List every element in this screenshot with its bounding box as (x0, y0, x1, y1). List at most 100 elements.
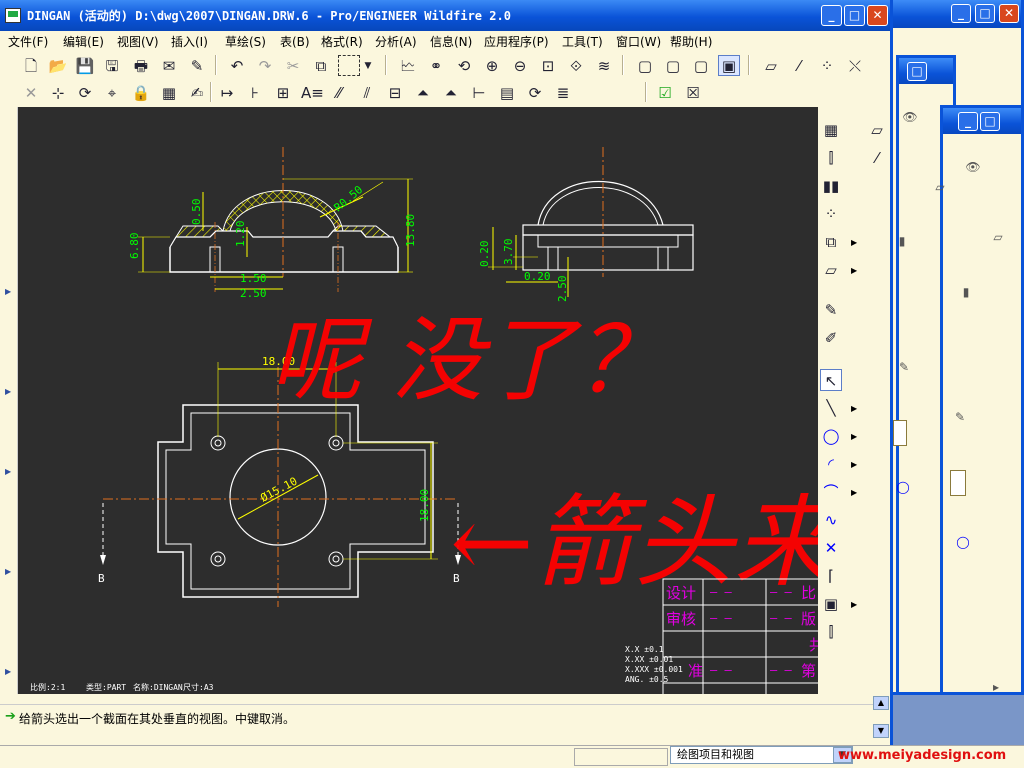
save-icon[interactable]: 💾 (74, 55, 96, 76)
menu-table[interactable]: 表(B) (280, 33, 310, 50)
ordinate-icon[interactable]: ⊦ (244, 82, 266, 103)
dim-2-50[interactable]: 2.50 (240, 287, 267, 300)
chevron-right-icon[interactable]: ▶ (851, 238, 857, 247)
dim-0-50[interactable]: 0.50 (190, 199, 203, 226)
bars-icon[interactable]: ▮▮ (820, 175, 842, 197)
cut-icon[interactable]: ✂ (282, 55, 304, 76)
email-icon[interactable]: ✉ (158, 55, 180, 76)
fillet-icon[interactable]: ⌒ (820, 481, 842, 503)
background-window-titlebar[interactable]: _ □ ✕ (883, 0, 1021, 28)
dimension-icon[interactable]: ↦ (216, 82, 238, 103)
chevron-right-icon[interactable]: ▶ (851, 266, 857, 275)
chevron-right-icon[interactable]: ▶ (851, 460, 857, 469)
plane-icon[interactable]: ▱ (820, 259, 842, 281)
chevron-right-icon[interactable]: ▶ (5, 467, 11, 476)
delete-icon[interactable]: ✕ (20, 82, 42, 103)
column-icon[interactable]: ⫿ (820, 147, 842, 169)
checkbox-accept-icon[interactable]: ☑ (654, 82, 676, 103)
plane-icon[interactable]: ▱ (866, 119, 888, 141)
pencil-icon[interactable]: ✎ (820, 299, 842, 321)
chevron-right-icon[interactable]: ▶ (5, 287, 11, 296)
wireframe-icon[interactable]: ▢ (634, 55, 656, 76)
chevron-down-icon[interactable]: ▼ (362, 55, 374, 76)
format-table-icon[interactable]: ▤ (496, 82, 518, 103)
menu-help[interactable]: 帮助(H) (670, 33, 712, 50)
offset-icon[interactable]: ⌈ (820, 565, 842, 587)
message-scrollbar[interactable]: ▲ ▼ (873, 694, 890, 744)
minimize-button[interactable]: _ (821, 5, 842, 26)
pencil-icon[interactable]: ✎ (896, 360, 912, 374)
datum-axis-icon[interactable]: ⁄ (788, 55, 810, 76)
gtol-icon[interactable]: ⊟ (384, 82, 406, 103)
layers-icon[interactable]: ≋ (593, 55, 615, 76)
copy-icon[interactable]: ⧉ (310, 55, 332, 76)
section-view[interactable]: 6.80 0.50 1.20 13.80 R0.50 1.50 2.50 (128, 147, 417, 300)
column-icon[interactable]: ▮ (894, 234, 910, 248)
shading-icon[interactable]: ▣ (718, 55, 740, 76)
datum-plane-icon[interactable]: ▱ (760, 55, 782, 76)
chevron-right-icon[interactable]: ▶ (851, 488, 857, 497)
eye-icon[interactable]: 👁 (965, 160, 981, 174)
line-icon[interactable]: ╲ (820, 397, 842, 419)
datum-target-icon[interactable]: ⊢ (468, 82, 490, 103)
maximize-button[interactable]: □ (975, 4, 995, 23)
chevron-right-icon[interactable]: ▶ (5, 567, 11, 576)
table-icon[interactable]: ▦ (158, 82, 180, 103)
close-button[interactable]: ✕ (999, 4, 1019, 23)
edit-icon[interactable]: ✎ (186, 55, 208, 76)
repeat-region-icon[interactable]: ⟳ (524, 82, 546, 103)
chevron-right-icon[interactable]: ▶ (851, 404, 857, 413)
select-box-icon[interactable] (338, 55, 360, 76)
pencil-icon[interactable]: ✐ (820, 327, 842, 349)
network-icon[interactable]: ⚭ (425, 55, 447, 76)
chevron-right-icon[interactable]: ▶ (851, 600, 857, 609)
circle-icon[interactable]: ◯ (955, 535, 971, 549)
chevron-right-icon[interactable]: ▶ (5, 667, 11, 676)
annotation-icon[interactable]: ✍ (186, 82, 208, 103)
maximize-button[interactable]: □ (907, 62, 927, 81)
zoom-fit-icon[interactable]: ⊡ (537, 55, 559, 76)
undo-icon[interactable]: ↶ (226, 55, 248, 76)
dim-diameter[interactable]: Ø15.10 (258, 475, 299, 505)
background-window-titlebar[interactable]: _ □ ✕ (943, 108, 1021, 134)
side-view[interactable]: 0.20 3.70 0.20 2.50 (478, 147, 694, 303)
dim-1-50[interactable]: 1.50 (240, 272, 267, 285)
menu-sketch[interactable]: 草绘(S) (225, 33, 266, 50)
menu-insert[interactable]: 插入(I) (171, 33, 208, 50)
no-hidden-icon[interactable]: ▢ (690, 55, 712, 76)
app-icon[interactable] (5, 8, 21, 23)
tolerance-icon[interactable]: ⫽ (356, 82, 378, 103)
chevron-right-icon[interactable]: ▶ (5, 387, 11, 396)
coord-sys-icon[interactable]: ⤬ (844, 55, 866, 76)
save-copy-icon[interactable]: 🖫 (101, 55, 123, 76)
close-button[interactable]: ✕ (867, 5, 888, 26)
dim-2-50b[interactable]: 2.50 (556, 276, 569, 303)
menu-view[interactable]: 视图(V) (117, 33, 159, 50)
left-tab-strip[interactable]: ▶ ▶ ▶ ▶ ▶ (0, 107, 18, 694)
panel-tab[interactable] (950, 470, 966, 496)
dim-0-20[interactable]: 0.20 (478, 241, 491, 268)
lock-view-icon[interactable]: 🔒 (130, 82, 152, 103)
zoom-out-icon[interactable]: ⊖ (509, 55, 531, 76)
copy-icon[interactable]: ⧉ (820, 231, 842, 253)
menu-window[interactable]: 窗口(W) (616, 33, 661, 50)
titlebar[interactable]: DINGAN (活动的) D:\dwg\2007\DINGAN.DRW.6 - … (0, 0, 890, 31)
table-insert-icon[interactable]: ▦ (820, 119, 842, 141)
symbol-icon[interactable]: ⏶ (440, 82, 462, 103)
scroll-down-icon[interactable]: ▼ (873, 724, 889, 738)
arc-icon[interactable]: ◜ (820, 453, 842, 475)
scroll-up-icon[interactable]: ▲ (873, 696, 889, 710)
regenerate-icon[interactable]: 🗠 (397, 55, 419, 76)
circle-icon[interactable]: ◯ (820, 425, 842, 447)
eye-icon[interactable]: 👁 (902, 110, 918, 124)
move-view-icon[interactable]: ⌖ (101, 82, 123, 103)
hidden-line-icon[interactable]: ▢ (662, 55, 684, 76)
orient-icon[interactable]: ⟐ (565, 55, 587, 76)
note-icon[interactable]: A≡ (300, 82, 324, 103)
background-window-3[interactable]: _ □ ✕ (940, 105, 1024, 695)
axis-icon[interactable]: ⁄ (866, 147, 888, 169)
dim-icon[interactable]: ⊹ (47, 82, 69, 103)
dim-3-70[interactable]: 3.70 (502, 239, 515, 266)
mirror-icon[interactable]: ⫿ (820, 621, 842, 643)
spline-icon[interactable]: ∿ (820, 509, 842, 531)
